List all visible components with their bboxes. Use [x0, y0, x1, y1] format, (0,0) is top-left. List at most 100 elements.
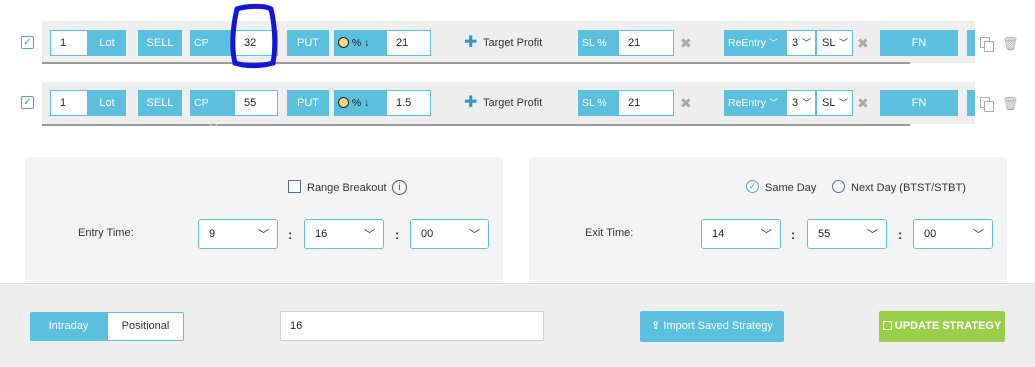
- exit-second-select[interactable]: 00 ﹀: [913, 219, 993, 249]
- leg-2-reentry-count-select[interactable]: 3 ﹀: [786, 90, 816, 116]
- chevron-down-icon: ﹀: [209, 64, 219, 74]
- leg-2-target-value-input[interactable]: 1.5: [386, 90, 431, 116]
- leg-2-sl-value: 21: [628, 97, 641, 109]
- exit-second-value: 00: [924, 228, 937, 240]
- leg-1-reentry-type-select[interactable]: SL ﹀: [816, 30, 853, 56]
- chevron-down-icon: ﹀: [838, 38, 848, 48]
- leg-1-reentry-count: 3: [792, 37, 799, 49]
- time-separator: :: [791, 227, 796, 242]
- leg-2-strike-criteria-label: CP <=: [194, 97, 209, 135]
- leg-2-target-value: 1.5: [396, 97, 412, 109]
- next-day-radio[interactable]: [832, 180, 845, 193]
- save-icon: [882, 321, 892, 330]
- leg-1-fn-button[interactable]: FN: [880, 30, 958, 56]
- close-icon[interactable]: ✖: [857, 96, 869, 110]
- entry-time-label: Entry Time:: [78, 227, 134, 239]
- upload-icon: ⇪: [651, 320, 661, 332]
- plus-icon[interactable]: ✚: [464, 35, 477, 51]
- strategy-input[interactable]: 16: [280, 311, 544, 341]
- stopwatch-icon: [338, 37, 349, 48]
- leg-1-lot-label: Lot: [88, 30, 126, 56]
- leg-2-option-type-button[interactable]: PUT: [287, 90, 329, 116]
- update-strategy-label: UPDATE STRATEGY: [894, 320, 1002, 332]
- entry-second-select[interactable]: 00 ﹀: [410, 219, 489, 249]
- leg-2-lots-input[interactable]: 1: [50, 90, 88, 116]
- leg-2-reentry-label: ReEntry: [728, 97, 766, 109]
- copy-icon-front: [984, 101, 994, 112]
- chevron-down-icon: ﹀: [801, 98, 811, 108]
- leg-1-target-value: 21: [396, 37, 409, 49]
- leg-1-reentry-select[interactable]: ReEntry ﹀: [724, 30, 786, 56]
- leg-1-target-type-label: % ↓: [351, 37, 370, 49]
- close-icon[interactable]: ✖: [680, 36, 692, 50]
- close-icon[interactable]: ✖: [857, 36, 869, 50]
- close-icon[interactable]: ✖: [680, 96, 692, 110]
- leg-2-sl-type-select[interactable]: SL %: [578, 90, 618, 116]
- leg-1-checkbox[interactable]: ✓: [21, 36, 34, 49]
- entry-hour-value: 9: [209, 228, 216, 240]
- entry-hour-select[interactable]: 9 ﹀: [198, 219, 278, 249]
- leg-row-2-scrollbar[interactable]: [42, 124, 910, 126]
- leg-1-sl-type-label: SL %: [582, 37, 607, 49]
- leg-1-reentry-count-select[interactable]: 3 ﹀: [786, 30, 816, 56]
- leg-2-reentry-type-select[interactable]: SL ﹀: [816, 90, 853, 116]
- leg-1-target-value-input[interactable]: 21: [386, 30, 431, 56]
- strategy-input-value: 16: [290, 320, 303, 332]
- leg-2-sl-type-label: SL %: [582, 97, 607, 109]
- exit-minute-select[interactable]: 55 ﹀: [807, 219, 887, 249]
- range-breakout-label: Range Breakout: [307, 182, 387, 194]
- chevron-down-icon: ﹀: [209, 124, 219, 134]
- leg-2-strike-value-input[interactable]: 55: [234, 90, 278, 116]
- leg-1-sl-type-select[interactable]: SL %: [578, 30, 618, 56]
- stopwatch-icon: [338, 97, 349, 108]
- exit-hour-select[interactable]: 14 ﹀: [701, 219, 781, 249]
- same-day-label: Same Day: [765, 182, 817, 194]
- exit-time-label: Exit Time:: [585, 227, 634, 239]
- leg-1-target-type-select[interactable]: % ↓: [334, 30, 386, 56]
- leg-2-extra-button[interactable]: [967, 90, 975, 116]
- leg-1-side-button[interactable]: SELL: [138, 30, 182, 56]
- update-strategy-button[interactable]: UPDATE STRATEGY: [879, 311, 1005, 342]
- tab-intraday[interactable]: Intraday: [30, 312, 107, 341]
- leg-1-sl-value-input[interactable]: 21: [618, 30, 674, 56]
- leg-2-target-profit-label[interactable]: Target Profit: [483, 97, 542, 109]
- entry-second-value: 00: [421, 228, 434, 240]
- chevron-down-icon: ﹀: [801, 38, 811, 48]
- chevron-down-icon: ﹀: [258, 229, 269, 241]
- leg-row-1-scrollbar[interactable]: [42, 62, 910, 64]
- chevron-down-icon: ﹀: [867, 229, 878, 241]
- time-separator: :: [395, 227, 400, 242]
- leg-1-extra-button[interactable]: [967, 30, 975, 56]
- same-day-radio[interactable]: ✓: [746, 180, 759, 193]
- tab-positional[interactable]: Positional: [107, 312, 184, 341]
- leg-2-target-type-select[interactable]: % ↓: [334, 90, 386, 116]
- leg-1-option-type-button[interactable]: PUT: [287, 30, 329, 56]
- chevron-down-icon: ﹀: [364, 229, 375, 241]
- leg-2-lots-value: 1: [60, 97, 67, 109]
- entry-minute-select[interactable]: 16 ﹀: [304, 219, 384, 249]
- next-day-label: Next Day (BTST/STBT): [851, 182, 966, 194]
- leg-2-strike-value: 55: [244, 97, 257, 109]
- range-breakout-checkbox[interactable]: [288, 180, 301, 193]
- leg-2-fn-button[interactable]: FN: [880, 90, 958, 116]
- leg-2-strike-criteria-select[interactable]: CP <= ﹀: [190, 90, 234, 135]
- chevron-down-icon: ﹀: [838, 98, 848, 108]
- leg-1-lots-input[interactable]: 1: [50, 30, 88, 56]
- trash-icon[interactable]: 🗑: [1002, 96, 1019, 112]
- leg-1-strike-criteria-label: CP <=: [194, 37, 209, 75]
- leg-1-lots-value: 1: [60, 37, 67, 49]
- plus-icon[interactable]: ✚: [464, 95, 477, 111]
- leg-2-reentry-select[interactable]: ReEntry ﹀: [724, 90, 786, 116]
- import-saved-strategy-button[interactable]: ⇪ Import Saved Strategy: [640, 311, 784, 342]
- leg-2-checkbox[interactable]: ✓: [21, 96, 34, 109]
- leg-1-target-profit-label[interactable]: Target Profit: [483, 37, 542, 49]
- leg-2-target-type-label: % ↓: [351, 97, 370, 109]
- leg-2-sl-value-input[interactable]: 21: [618, 90, 674, 116]
- leg-1-reentry-type: SL: [822, 37, 836, 49]
- trash-icon[interactable]: 🗑: [1002, 36, 1019, 52]
- copy-icon-front: [984, 41, 994, 52]
- leg-1-sl-value: 21: [628, 37, 641, 49]
- exit-hour-value: 14: [712, 228, 725, 240]
- leg-2-side-button[interactable]: SELL: [138, 90, 182, 116]
- info-icon[interactable]: i: [392, 180, 407, 195]
